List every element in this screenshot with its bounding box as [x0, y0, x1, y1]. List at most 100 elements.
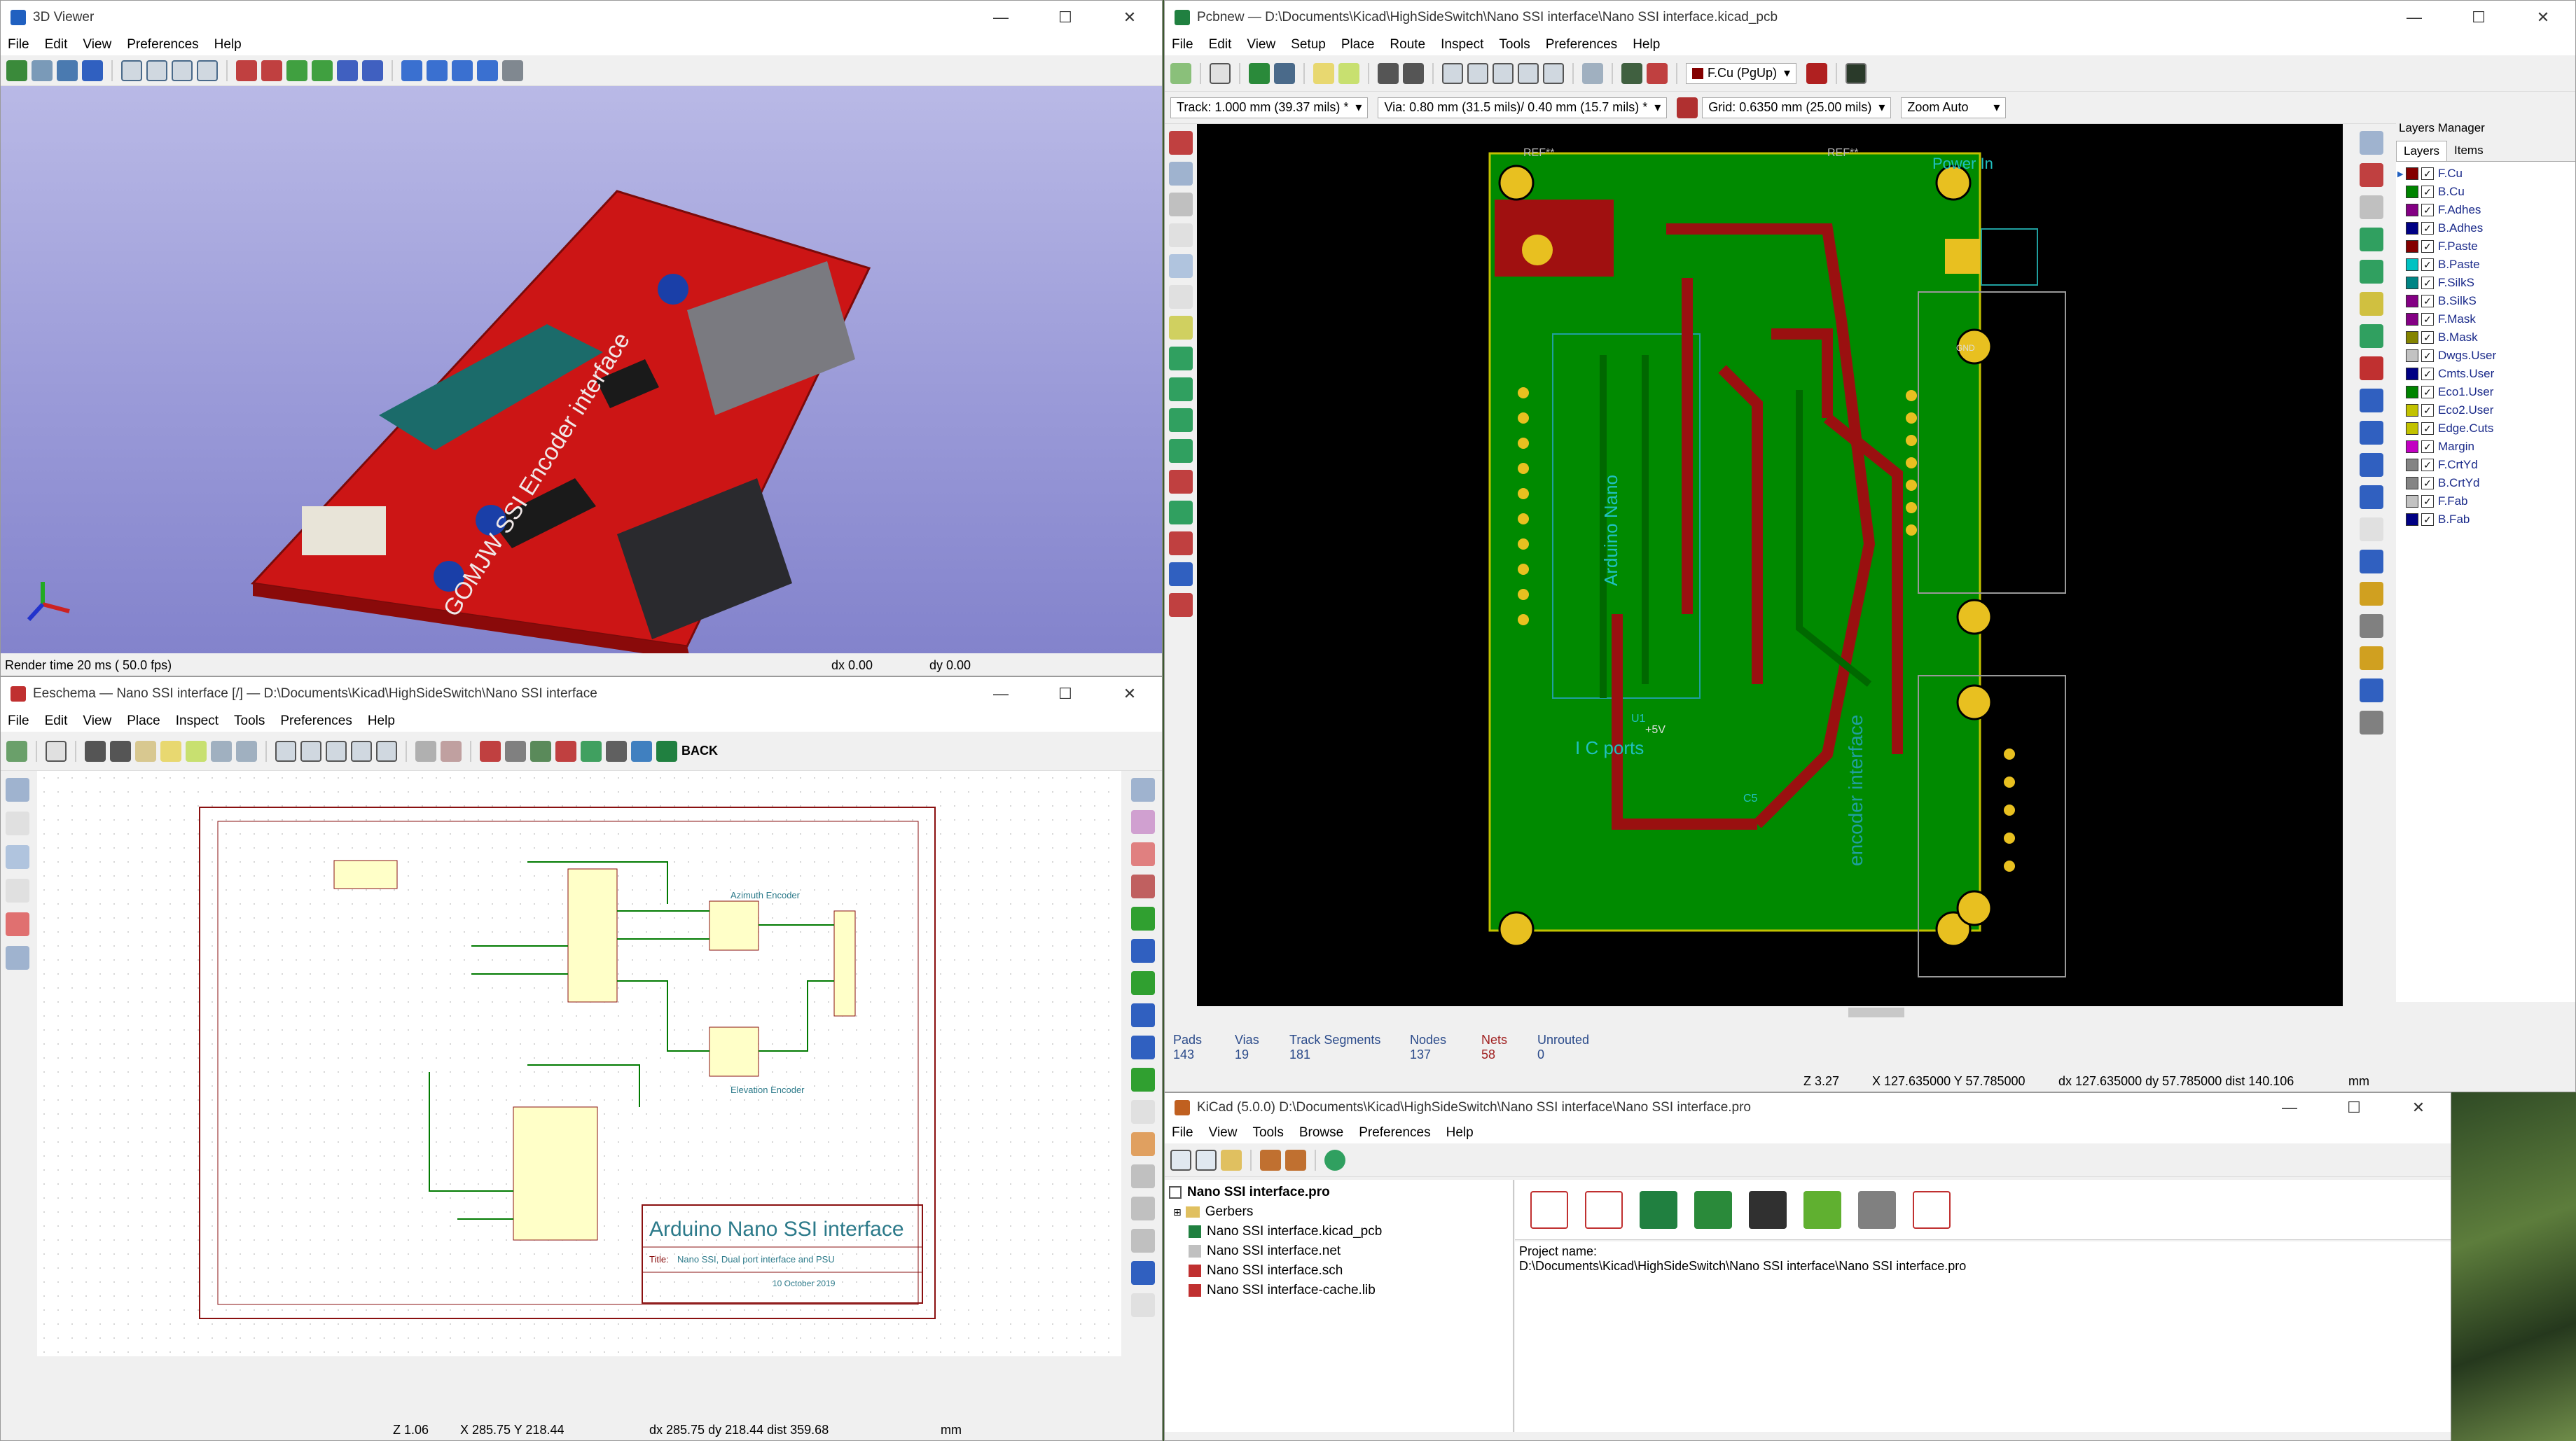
zone-show-icon[interactable] — [1169, 347, 1193, 370]
print-icon[interactable] — [85, 740, 106, 762]
menu-view[interactable]: View — [1209, 1125, 1238, 1141]
export-image-icon[interactable] — [6, 60, 27, 81]
add-text-icon[interactable] — [1131, 1293, 1155, 1317]
pcb-vertical-scrollbar[interactable] — [2343, 124, 2355, 1006]
tab-layers[interactable]: Layers — [2396, 141, 2448, 161]
layer-color-swatch[interactable] — [2406, 495, 2418, 508]
library-browser-icon[interactable] — [505, 740, 526, 762]
select-arrow-icon[interactable] — [1131, 778, 1155, 802]
layer-visibility-checkbox[interactable]: ✓ — [2421, 295, 2434, 307]
menu-view[interactable]: View — [83, 37, 111, 53]
page-settings-icon[interactable] — [46, 740, 67, 762]
menu-tools[interactable]: Tools — [234, 713, 265, 729]
menu-file[interactable]: File — [8, 37, 29, 53]
layer-row[interactable]: ✓ Margin — [2396, 438, 2575, 456]
unarchive-icon[interactable] — [1285, 1149, 1306, 1171]
zoom-select[interactable]: Zoom Auto ▾ — [1901, 97, 2007, 118]
via-sketch-icon[interactable] — [1169, 470, 1193, 494]
move-left-icon[interactable] — [401, 60, 422, 81]
layer-visibility-checkbox[interactable]: ✓ — [2421, 459, 2434, 471]
add-polygon-icon[interactable] — [2360, 485, 2383, 509]
layer-visibility-checkbox[interactable]: ✓ — [2421, 477, 2434, 489]
layer-visibility-checkbox[interactable]: ✓ — [2421, 440, 2434, 453]
menu-file[interactable]: File — [1172, 37, 1193, 53]
scripting-console-icon[interactable] — [1846, 62, 1867, 84]
route-track-icon[interactable] — [2360, 260, 2383, 284]
highlight-net-icon[interactable] — [1131, 810, 1155, 834]
schematic-editor-launch-icon[interactable] — [1530, 1190, 1568, 1229]
hierarchy-icon[interactable] — [415, 740, 436, 762]
bitmap2component-launch-icon[interactable] — [1803, 1190, 1841, 1229]
units-inch-icon[interactable] — [6, 812, 29, 835]
layer-color-swatch[interactable] — [2406, 313, 2418, 326]
local-ratsnest-icon[interactable] — [2360, 195, 2383, 219]
layer-color-swatch[interactable] — [2406, 459, 2418, 471]
track-width-select[interactable]: Track: 1.000 mm (39.37 mils) * ▾ — [1170, 97, 1369, 118]
schematic-canvas[interactable]: Arduino Nano SSI interface Title: Nano S… — [37, 771, 1121, 1356]
layer-visibility-checkbox[interactable]: ✓ — [2421, 186, 2434, 198]
add-wire-icon[interactable] — [1131, 907, 1155, 931]
new-board-icon[interactable] — [1170, 62, 1191, 84]
zone-outline-icon[interactable] — [1169, 377, 1193, 401]
layer-row[interactable]: ✓ B.Mask — [2396, 328, 2575, 347]
new-from-template-icon[interactable] — [1196, 1149, 1217, 1171]
zoom-in-icon[interactable] — [1467, 62, 1488, 84]
close-button[interactable]: ✕ — [1097, 1, 1162, 34]
archive-icon[interactable] — [1260, 1149, 1281, 1171]
menu-help[interactable]: Help — [368, 713, 395, 729]
menu-edit[interactable]: Edit — [45, 37, 68, 53]
zoom-redraw-icon[interactable] — [275, 740, 296, 762]
hier-label-icon[interactable] — [1131, 1164, 1155, 1188]
close-button[interactable]: ✕ — [2386, 1093, 2451, 1122]
move-down-icon[interactable] — [477, 60, 498, 81]
via-size-select[interactable]: Via: 0.80 mm (31.5 mils)/ 0.40 mm (15.7 … — [1378, 97, 1668, 118]
menu-view[interactable]: View — [83, 713, 111, 729]
bom-icon[interactable] — [631, 740, 652, 762]
layer-select[interactable]: F.Cu (PgUp) ▾ — [1686, 62, 1797, 84]
drc-icon[interactable] — [1647, 62, 1668, 84]
layer-color-swatch[interactable] — [2406, 240, 2418, 253]
menu-tools[interactable]: Tools — [1499, 37, 1530, 53]
layer-color-swatch[interactable] — [2406, 295, 2418, 307]
zoom-fit-icon[interactable] — [197, 60, 218, 81]
layer-pair-icon[interactable] — [1806, 62, 1828, 84]
layer-visibility-checkbox[interactable]: ✓ — [2421, 404, 2434, 417]
menu-preferences[interactable]: Preferences — [1359, 1125, 1430, 1141]
menu-view[interactable]: View — [1247, 37, 1275, 53]
rotate-x-icon[interactable] — [236, 60, 257, 81]
add-dimension-icon[interactable] — [2360, 550, 2383, 573]
footprint-browser-icon[interactable] — [1274, 62, 1295, 84]
layer-row[interactable]: ✓ B.Paste — [2396, 256, 2575, 274]
tree-root[interactable]: Nano SSI interface.pro — [1169, 1183, 1509, 1202]
layer-row[interactable]: ✓ F.Paste — [2396, 237, 2575, 256]
layer-row[interactable]: ✓ B.Adhes — [2396, 219, 2575, 237]
units-inch-icon[interactable] — [1169, 223, 1193, 247]
layer-color-swatch[interactable] — [2406, 513, 2418, 526]
layer-color-swatch[interactable] — [2406, 258, 2418, 271]
cursor-shape-icon[interactable] — [6, 879, 29, 903]
layer-color-swatch[interactable] — [2406, 331, 2418, 344]
layer-row[interactable]: ✓ B.SilkS — [2396, 292, 2575, 310]
paste-icon[interactable] — [135, 740, 156, 762]
library-editor-icon[interactable] — [480, 740, 501, 762]
layer-row[interactable]: ✓ B.Fab — [2396, 510, 2575, 529]
menu-setup[interactable]: Setup — [1291, 37, 1326, 53]
new-sheet-icon[interactable] — [6, 740, 27, 762]
layer-color-swatch[interactable] — [2406, 477, 2418, 489]
add-power-icon[interactable] — [1131, 875, 1155, 898]
add-target-icon[interactable] — [2360, 582, 2383, 606]
layer-color-swatch[interactable] — [2406, 404, 2418, 417]
scroll-thumb[interactable] — [1848, 1008, 1904, 1017]
redo-icon[interactable] — [186, 740, 207, 762]
annotate-icon[interactable] — [530, 740, 551, 762]
menu-place[interactable]: Place — [127, 713, 160, 729]
highlight-net-icon[interactable] — [2360, 163, 2383, 187]
assign-footprint-icon[interactable] — [606, 740, 627, 762]
hidden-pins-icon[interactable] — [6, 912, 29, 936]
drill-origin-icon[interactable] — [2360, 646, 2383, 670]
cube-icon[interactable] — [82, 60, 103, 81]
grid-select[interactable]: Grid: 0.6350 mm (25.00 mils) ▾ — [1702, 97, 1892, 118]
layer-row[interactable]: ✓ B.CrtYd — [2396, 474, 2575, 492]
pcb-horizontal-scrollbar[interactable] — [1197, 1006, 2355, 1020]
zoom-in-icon[interactable] — [121, 60, 142, 81]
